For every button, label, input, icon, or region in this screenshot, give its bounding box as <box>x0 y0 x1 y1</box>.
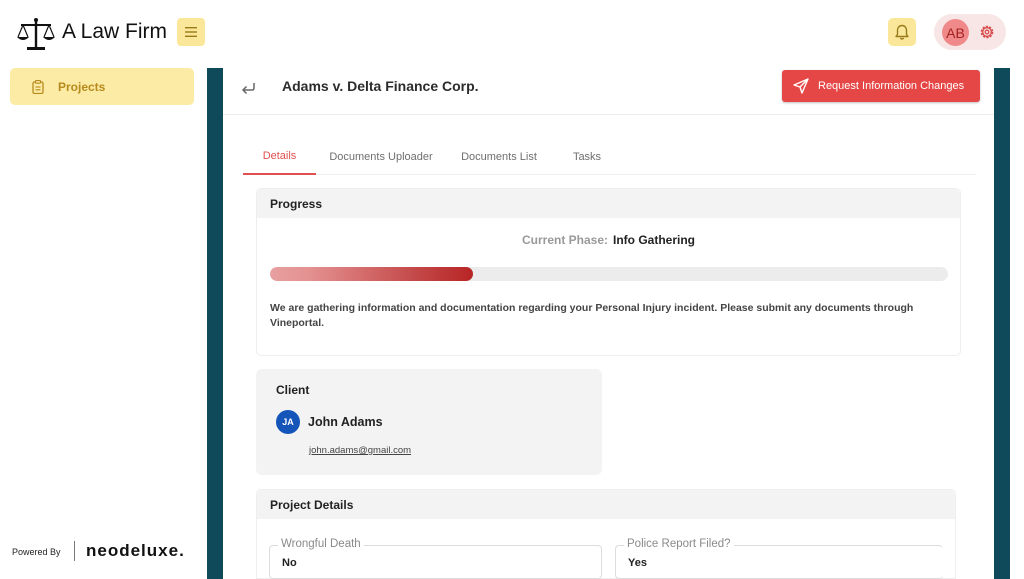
progress-bar <box>270 267 948 281</box>
tab-bar: Details Documents Uploader Documents Lis… <box>243 138 976 175</box>
panel-header: Adams v. Delta Finance Corp. Request Inf… <box>223 68 994 115</box>
user-avatar[interactable]: AB <box>942 19 969 46</box>
scales-of-justice-icon <box>17 18 55 50</box>
progress-description: We are gathering information and documen… <box>270 302 914 329</box>
wrongful-death-field[interactable]: Wrongful Death No <box>269 538 602 579</box>
request-info-changes-button[interactable]: Request Information Changes <box>782 70 980 102</box>
field-value: No <box>282 557 297 569</box>
field-value: Yes <box>628 557 647 569</box>
project-details-card: Project Details Wrongful Death No Police… <box>256 489 956 579</box>
current-phase: Current Phase: Info Gathering <box>257 233 960 247</box>
progress-title: Progress <box>257 189 960 218</box>
gear-icon[interactable] <box>978 23 996 41</box>
progress-card: Progress Current Phase: Info Gathering We… <box>256 188 961 356</box>
project-details-title: Project Details <box>257 490 955 519</box>
send-icon <box>793 78 809 94</box>
menu-toggle-button[interactable] <box>177 18 205 46</box>
powered-by-label: Powered By <box>12 547 61 557</box>
phase-label: Current Phase: <box>521 233 609 247</box>
phase-value: Info Gathering <box>613 233 696 247</box>
frame-border-left <box>207 68 223 579</box>
tab-details[interactable]: Details <box>243 138 316 175</box>
frame-border-right <box>994 68 1010 579</box>
user-menu[interactable]: AB <box>934 14 1006 50</box>
sidebar-item-label: Projects <box>58 79 106 94</box>
top-bar: A Law Firm AB <box>0 0 1024 66</box>
request-button-label: Request Information Changes <box>818 80 965 92</box>
sidebar-item-projects[interactable]: Projects <box>10 68 194 105</box>
field-label: Police Report Filed? <box>624 538 734 550</box>
client-title: Client <box>276 383 310 397</box>
police-report-field[interactable]: Police Report Filed? Yes <box>615 538 943 579</box>
client-avatar: JA <box>276 410 300 434</box>
neodeluxe-logo: neodeluxe. <box>86 541 185 560</box>
client-card: Client JA John Adams john.adams@gmail.co… <box>256 369 602 475</box>
notifications-button[interactable] <box>888 18 916 46</box>
tab-documents-list[interactable]: Documents List <box>448 138 550 175</box>
hamburger-icon <box>185 27 197 37</box>
clipboard-icon <box>32 79 44 94</box>
brand-name: A Law Firm <box>62 20 168 43</box>
client-email-link[interactable]: john.adams@gmail.com <box>309 445 411 456</box>
progress-bar-fill <box>270 267 474 281</box>
page-title: Adams v. Delta Finance Corp. <box>282 78 479 94</box>
tab-documents-uploader[interactable]: Documents Uploader <box>321 138 441 175</box>
tab-tasks[interactable]: Tasks <box>561 138 613 175</box>
back-arrow-icon[interactable] <box>239 79 257 97</box>
field-label: Wrongful Death <box>278 538 364 550</box>
divider <box>74 541 75 561</box>
bell-icon <box>895 24 909 40</box>
client-name: John Adams <box>308 415 383 429</box>
